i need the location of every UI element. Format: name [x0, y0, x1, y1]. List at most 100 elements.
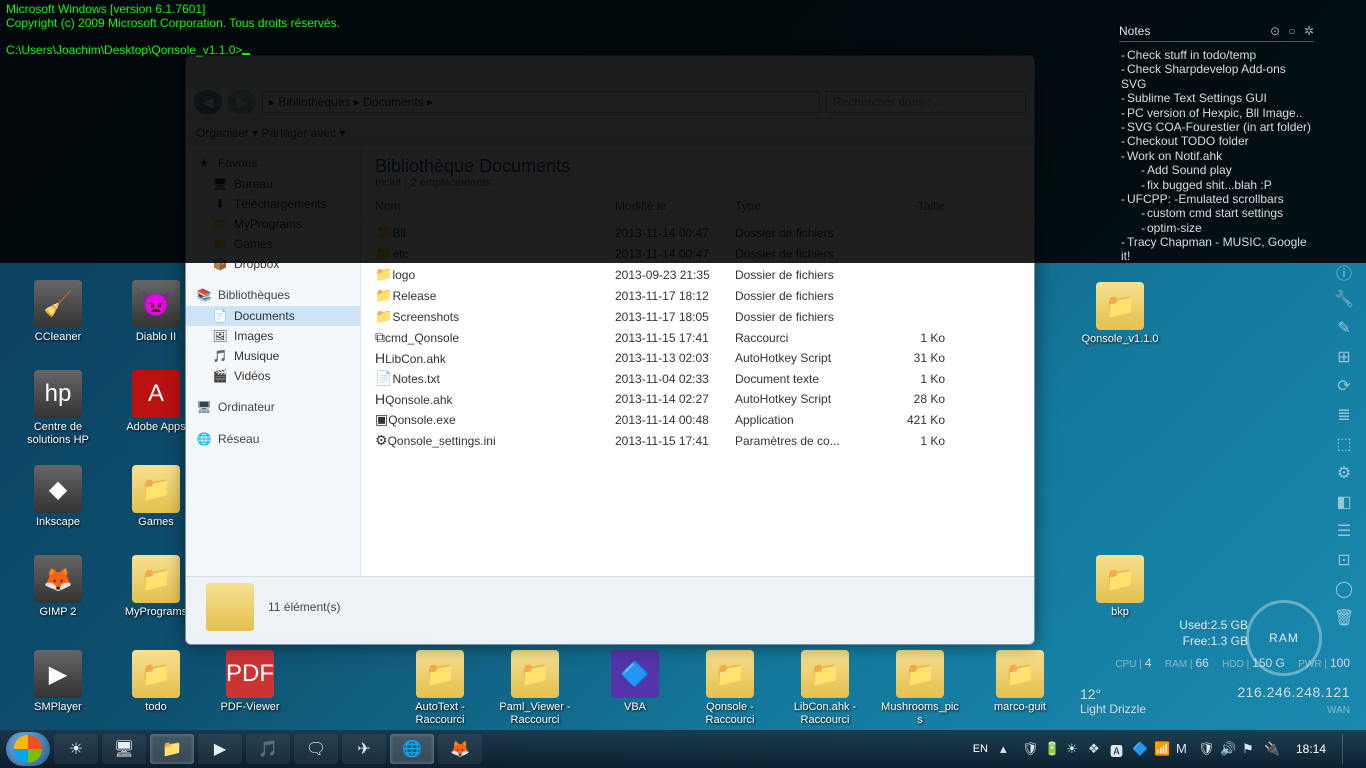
sidebar-libraries-header[interactable]: 📚Bibliothèques [186, 284, 360, 306]
file-row[interactable]: 📁Release2013-11-17 18:12Dossier de fichi… [361, 285, 1034, 306]
gadget-icon[interactable]: ≣ [1334, 405, 1354, 425]
desktop-icon-autotext[interactable]: 📁AutoText - Raccourci [400, 650, 480, 727]
gadget-icon[interactable]: ◧ [1334, 492, 1354, 512]
taskbar-button-weather[interactable]: ☀ [54, 734, 98, 764]
desktop-icon-inkscape[interactable]: ◆Inkscape [18, 465, 98, 529]
image-icon: 🖼 [212, 328, 228, 344]
sidebar-item-images[interactable]: 🖼Images [186, 326, 360, 346]
file-row[interactable]: ⚙Qonsole_settings.ini2013-11-15 17:41Par… [361, 430, 1034, 451]
notes-title: Notes [1119, 24, 1150, 38]
tray-icon[interactable]: M [1176, 741, 1192, 757]
desktop-icon-ccleaner[interactable]: 🧹CCleaner [18, 280, 98, 344]
sidebar-item-documents[interactable]: 📄Documents [186, 306, 360, 326]
desktop-icon-pdfviewer[interactable]: PDFPDF-Viewer [210, 650, 290, 714]
taskbar: ☀🖥📁▶🎵🗨✈🌐🦊 EN ▴🛡🔋☀❖🅰🔷📶M🛡🔊⚑🔌 18:14 [0, 730, 1366, 768]
taskbar-button-desktop-toggle[interactable]: 🖥 [102, 734, 146, 764]
desktop-icon-todo[interactable]: 📁todo [116, 650, 196, 714]
tray-icon[interactable]: 🅰 [1110, 741, 1126, 757]
taskbar-button-explorer[interactable]: 📁 [150, 734, 194, 764]
sidebar-computer[interactable]: 🖥Ordinateur [186, 396, 360, 418]
notes-item: custom cmd start settings [1119, 206, 1314, 220]
gadget-icon[interactable]: ⬚ [1334, 434, 1354, 454]
notes-btn-2[interactable]: ○ [1288, 24, 1295, 38]
computer-icon: 🖥 [196, 399, 212, 415]
file-row[interactable]: 📁Screenshots2013-11-17 18:05Dossier de f… [361, 306, 1034, 327]
gadget-icon[interactable]: ⊡ [1334, 550, 1354, 570]
library-icon: 📚 [196, 287, 212, 303]
gadget-icon[interactable]: ◯ [1334, 579, 1354, 599]
explorer-statusbar: 11 élément(s) [186, 576, 1034, 636]
file-row[interactable]: HQonsole.ahk2013-11-14 02:27AutoHotkey S… [361, 389, 1034, 409]
taskbar-clock[interactable]: 18:14 [1288, 742, 1334, 756]
desktop-icon-gimp[interactable]: 🦊GIMP 2 [18, 555, 98, 619]
video-icon: 🎬 [212, 368, 228, 384]
tray-icon[interactable]: ❖ [1088, 741, 1104, 757]
notes-btn-1[interactable]: ⊙ [1270, 24, 1280, 38]
taskbar-button-launcher[interactable]: ✈ [342, 734, 386, 764]
notes-item: Checkout TODO folder [1119, 134, 1314, 148]
tray-icon[interactable]: 🔷 [1132, 741, 1148, 757]
start-button[interactable] [6, 732, 50, 766]
desktop-icon-hp[interactable]: hpCentre de solutions HP [18, 370, 98, 447]
sidebar-item-videos[interactable]: 🎬Vidéos [186, 366, 360, 386]
notes-item: UFCPP: -Emulated scrollbars [1119, 192, 1314, 206]
notes-item: Add Sound play [1119, 163, 1314, 177]
tray-icon[interactable]: 🔊 [1220, 741, 1236, 757]
desktop-icon-qonsole-shortcut[interactable]: 📁Qonsole - Raccourci [690, 650, 770, 727]
notes-item: PC version of Hexpic, Bll Image.. [1119, 106, 1314, 120]
tray-icon[interactable]: 📶 [1154, 741, 1170, 757]
taskbar-button-chat[interactable]: 🗨 [294, 734, 338, 764]
document-icon: 📄 [212, 308, 228, 324]
music-icon: 🎵 [212, 348, 228, 364]
desktop-icon-vba[interactable]: 🔷VBA [595, 650, 675, 714]
taskbar-button-chrome[interactable]: 🌐 [390, 734, 434, 764]
gadget-icon[interactable]: ⟳ [1334, 376, 1354, 396]
desktop-icon-marcoguit[interactable]: 📁marco-guit [980, 650, 1060, 714]
file-row[interactable]: HLibCon.ahk2013-11-13 02:03AutoHotkey Sc… [361, 348, 1034, 368]
taskbar-button-firefox[interactable]: 🦊 [438, 734, 482, 764]
desktop-icon-bkp[interactable]: 📁bkp [1080, 555, 1160, 619]
taskbar-button-media-player[interactable]: ▶ [198, 734, 242, 764]
tray-icon[interactable]: 🛡 [1198, 741, 1214, 757]
gadget-icon[interactable]: ✎ [1334, 318, 1354, 338]
sidebar-item-music[interactable]: 🎵Musique [186, 346, 360, 366]
folder-icon [206, 583, 254, 631]
desktop-icon-diablo[interactable]: 👿Diablo II [116, 280, 196, 344]
file-row[interactable]: 📁logo2013-09-23 21:35Dossier de fichiers [361, 264, 1034, 285]
file-row[interactable]: ⧉cmd_Qonsole2013-11-15 17:41Raccourci1 K… [361, 327, 1034, 348]
desktop-icon-myprograms[interactable]: 📁MyPrograms [116, 555, 196, 619]
gadget-icon[interactable]: 🗑 [1334, 608, 1354, 628]
notes-item: Tracy Chapman - MUSIC, Google it! [1119, 235, 1314, 264]
taskbar-button-itunes[interactable]: 🎵 [246, 734, 290, 764]
sidebar-network[interactable]: 🌐Réseau [186, 428, 360, 450]
desktop-icon-smplayer[interactable]: ▶SMPlayer [18, 650, 98, 714]
desktop-icon-adobe[interactable]: AAdobe Apps [116, 370, 196, 434]
gadget-icon[interactable]: ⊞ [1334, 347, 1354, 367]
tray-icon[interactable]: ⚑ [1242, 741, 1258, 757]
desktop-icon-mushrooms[interactable]: 📁Mushrooms_pics [880, 650, 960, 727]
show-desktop-button[interactable] [1342, 734, 1352, 764]
ram-text: Used:2.5 GB Free:1.3 GB [1179, 618, 1248, 649]
gadget-icon[interactable]: ⚙ [1334, 463, 1354, 483]
file-row[interactable]: ▣Qonsole.exe2013-11-14 00:48Application4… [361, 409, 1034, 430]
desktop-icon-paml[interactable]: 📁Paml_Viewer - Raccourci [495, 650, 575, 727]
notes-item: Check stuff in todo/temp [1119, 48, 1314, 62]
tray-icon[interactable]: ☀ [1066, 741, 1082, 757]
desktop-icon-qonsole-folder[interactable]: 📁Qonsole_v1.1.0 [1080, 282, 1160, 346]
cursor [242, 53, 250, 55]
tray-icon[interactable]: 🛡 [1022, 741, 1038, 757]
language-indicator[interactable]: EN [969, 741, 992, 757]
desktop-icon-libcon[interactable]: 📁LibCon.ahk - Raccourci [785, 650, 865, 727]
gadget-icon[interactable]: 🔧 [1334, 289, 1354, 309]
desktop-icon-games[interactable]: 📁Games [116, 465, 196, 529]
tray-icon[interactable]: ▴ [1000, 741, 1016, 757]
notes-btn-settings[interactable]: ✲ [1304, 24, 1314, 38]
gadget-icon[interactable]: ⓘ [1334, 260, 1354, 280]
tray-icon[interactable]: 🔋 [1044, 741, 1060, 757]
notes-item: Check Sharpdevelop Add-ons SVG [1119, 62, 1314, 91]
gadget-strip: ⓘ 🔧 ✎ ⊞ ⟳ ≣ ⬚ ⚙ ◧ ☰ ⊡ ◯ 🗑 [1334, 260, 1354, 628]
tray-icon[interactable]: 🔌 [1264, 741, 1280, 757]
notes-widget[interactable]: Notes ⊙ ○ ✲ Check stuff in todo/tempChec… [1119, 24, 1314, 264]
gadget-icon[interactable]: ☰ [1334, 521, 1354, 541]
file-row[interactable]: 📄Notes.txt2013-11-04 02:33Document texte… [361, 368, 1034, 389]
